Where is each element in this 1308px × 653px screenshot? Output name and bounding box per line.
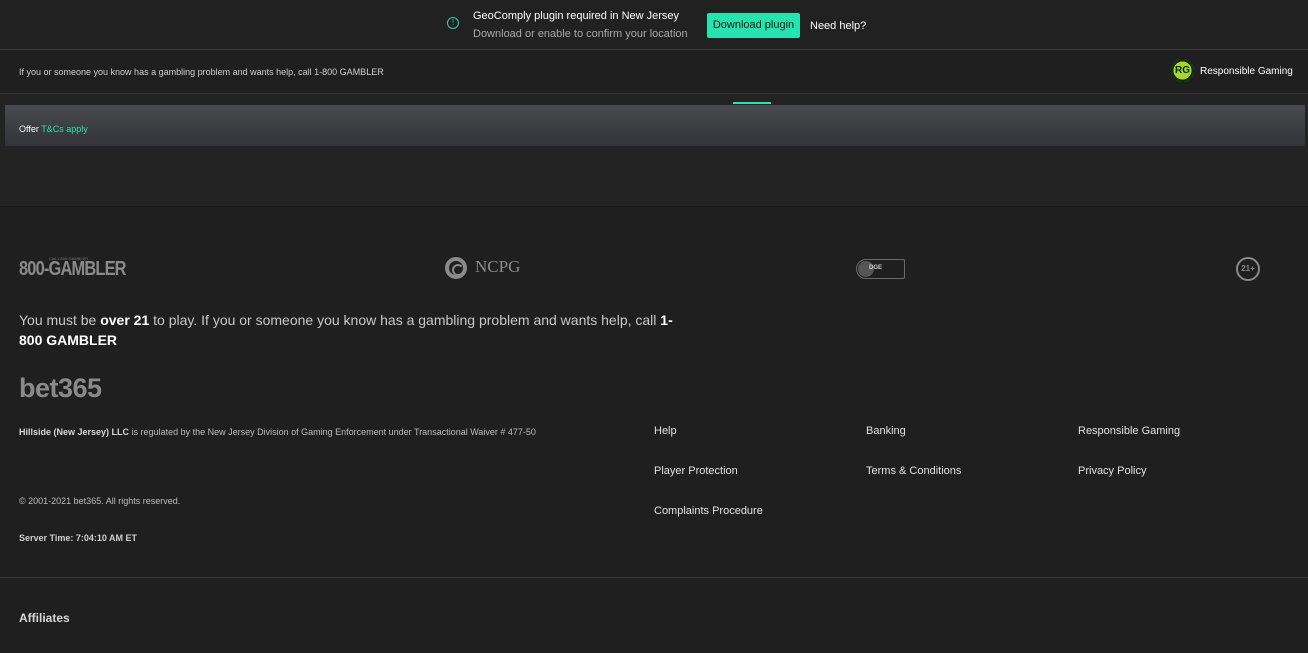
footer-link-banking[interactable]: Banking [866, 425, 906, 437]
tcs-apply-link[interactable]: T&Cs apply [41, 124, 88, 134]
geocomply-banner: ! GeoComply plugin required in New Jerse… [0, 0, 1308, 50]
geo-title: GeoComply plugin required in New Jersey [473, 10, 680, 22]
download-plugin-button[interactable]: Download plugin [707, 13, 800, 38]
offer-banner: Offer T&Cs apply [5, 105, 1305, 146]
footer-link-player-protection[interactable]: Player Protection [654, 465, 738, 477]
dge-logo-text: DGE [869, 265, 883, 271]
gambling-help-text: If you or someone you know has a gamblin… [19, 67, 384, 77]
footer-divider [0, 577, 1308, 578]
server-time: Server Time: 7:04:10 AM ET [19, 533, 138, 543]
need-help-link[interactable]: Need help? [810, 20, 866, 32]
geo-subtitle: Download or enable to confirm your locat… [473, 28, 688, 40]
offer-label: Offer [19, 124, 39, 134]
bet365-logo: bet365 [19, 373, 102, 403]
age-21-icon: 21+ [1236, 257, 1260, 281]
offer-carousel-indicator[interactable] [733, 102, 771, 104]
affiliates-link[interactable]: Affiliates [19, 611, 70, 625]
footer-link-help[interactable]: Help [654, 425, 677, 437]
ncpg-logo-text: NCPG [475, 257, 521, 276]
age-notice: You must be over 21 to play. If you or s… [19, 312, 673, 348]
info-icon: ! [447, 17, 459, 29]
footer-link-complaints[interactable]: Complaints Procedure [654, 505, 763, 517]
responsible-gaming-logo[interactable]: RG [1171, 59, 1194, 82]
gambler-logo[interactable]: 800-GAMBLER [19, 258, 127, 281]
footer-link-responsible-gaming[interactable]: Responsible Gaming [1078, 425, 1180, 437]
dge-logo[interactable]: DGE [856, 259, 905, 279]
ncpg-emblem-icon [445, 257, 467, 279]
footer-link-terms[interactable]: Terms & Conditions [866, 465, 961, 477]
footer: Call 1-800-GAMBLER 800-GAMBLER NCPG DGE … [0, 207, 1308, 653]
footer-link-privacy[interactable]: Privacy Policy [1078, 465, 1146, 477]
responsible-gaming-link[interactable]: Responsible Gaming [1200, 66, 1293, 77]
copyright: © 2001-2021 bet365. All rights reserved. [19, 496, 181, 506]
gambling-help-strip: If you or someone you know has a gamblin… [0, 50, 1308, 94]
regulation-text: Hillside (New Jersey) LLC is regulated b… [19, 427, 536, 437]
